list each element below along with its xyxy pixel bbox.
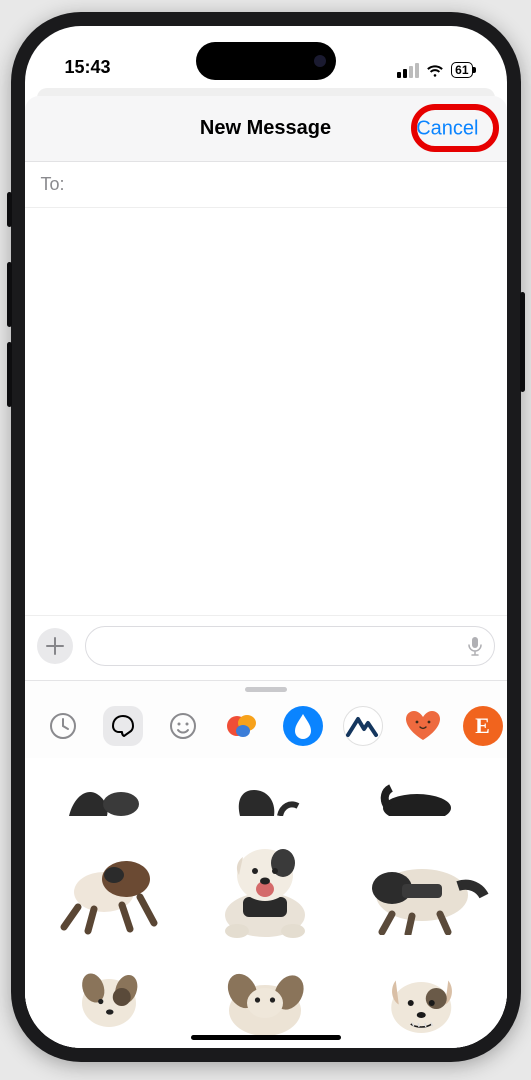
cellular-icon	[397, 63, 419, 78]
etsy-app-icon[interactable]: E	[463, 706, 503, 746]
wifi-icon	[425, 63, 445, 78]
add-button[interactable]	[37, 628, 73, 664]
volume-up-button	[7, 262, 12, 327]
new-message-sheet: New Message Cancel To:	[25, 96, 507, 1048]
to-field[interactable]: To:	[25, 162, 507, 208]
nav-bar: New Message Cancel	[25, 96, 507, 162]
to-label: To:	[41, 174, 65, 194]
heart-app-icon[interactable]	[403, 706, 443, 746]
app-strip[interactable]: E	[25, 700, 507, 758]
sticker-item[interactable]	[195, 766, 335, 816]
sticker-item[interactable]	[39, 832, 179, 942]
sticker-item[interactable]	[195, 832, 335, 942]
drawer-grabber[interactable]	[245, 687, 287, 692]
home-indicator[interactable]	[191, 1035, 341, 1040]
sticker-item[interactable]	[39, 766, 179, 816]
dynamic-island	[196, 42, 336, 80]
stickers-icon[interactable]	[103, 706, 143, 746]
imessage-app-drawer: E	[25, 680, 507, 1048]
sticker-item[interactable]	[352, 832, 492, 942]
status-time: 15:43	[65, 57, 111, 78]
dictation-icon[interactable]	[468, 636, 482, 656]
sticker-item[interactable]	[352, 958, 492, 1048]
cancel-button[interactable]: Cancel	[406, 111, 488, 146]
message-input[interactable]	[85, 626, 495, 666]
conversation-area	[25, 208, 507, 615]
sticker-item[interactable]	[352, 766, 492, 816]
memoji-icon[interactable]	[163, 706, 203, 746]
drop-app-icon[interactable]	[283, 706, 323, 746]
sticker-item[interactable]	[39, 958, 179, 1048]
sticker-grid[interactable]	[25, 758, 507, 1048]
phone-frame: 15:43 61 New Message Cancel To:	[11, 12, 521, 1062]
images-app-icon[interactable]	[223, 706, 263, 746]
page-title: New Message	[200, 117, 331, 140]
mute-switch	[7, 192, 12, 227]
power-button	[520, 292, 525, 392]
battery-icon: 61	[451, 62, 472, 78]
plus-icon	[46, 637, 64, 655]
compose-bar	[25, 615, 507, 680]
peaks-app-icon[interactable]	[343, 706, 383, 746]
recents-icon[interactable]	[43, 706, 83, 746]
screen: 15:43 61 New Message Cancel To:	[25, 26, 507, 1048]
volume-down-button	[7, 342, 12, 407]
